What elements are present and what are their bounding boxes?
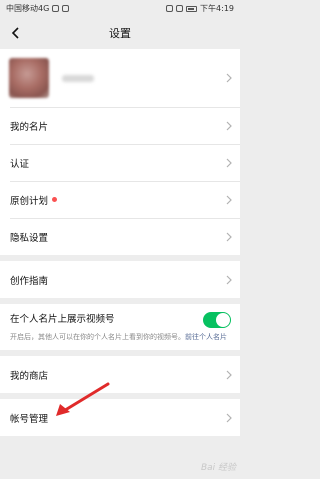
verification-row[interactable]: 认证	[0, 144, 240, 181]
store-group: 我的商店	[0, 356, 240, 393]
profile-row[interactable]	[0, 49, 240, 107]
guide-group: 创作指南	[0, 261, 240, 298]
my-card-label: 我的名片	[10, 121, 49, 133]
show-channel-title: 在个人名片上展示视频号	[10, 314, 115, 325]
chevron-right-icon	[226, 73, 232, 83]
privacy-settings-row[interactable]: 隐私设置	[0, 218, 240, 255]
toggle-knob	[216, 313, 230, 327]
creator-guide-label: 创作指南	[10, 275, 49, 287]
account-group: 帐号管理	[0, 399, 240, 436]
status-right: 下午4:19	[166, 3, 234, 14]
notification-icon	[52, 5, 60, 12]
privacy-settings-label: 隐私设置	[10, 232, 49, 244]
chevron-right-icon	[226, 413, 232, 422]
status-time: 下午4:19	[200, 4, 234, 13]
my-store-label: 我的商店	[10, 370, 49, 382]
shield-icon	[62, 5, 70, 12]
status-left: 中国移动4G	[6, 3, 70, 14]
channel-group: 在个人名片上展示视频号 开启后，其他人可以在你的个人名片上看到你的视频号。前往个…	[0, 304, 240, 350]
profile-group: 我的名片 认证 原创计划 隐私设置	[0, 49, 240, 255]
show-channel-toggle[interactable]	[203, 312, 231, 328]
back-icon[interactable]	[9, 26, 23, 40]
settings-page: 中国移动4G 下午4:19 设置 我的名片 认证 原创计划 隐私设置 创作指南 …	[0, 0, 240, 479]
original-plan-row[interactable]: 原创计划	[0, 181, 240, 218]
show-channel-description: 开启后，其他人可以在你的个人名片上看到你的视频号。前往个人名片	[10, 332, 230, 342]
chevron-right-icon	[226, 121, 232, 130]
status-bar: 中国移动4G 下午4:19	[0, 0, 240, 17]
wifi-icon	[176, 5, 184, 12]
annotation-arrow-icon	[56, 382, 110, 416]
unread-dot-badge	[52, 197, 58, 202]
nav-bar: 设置	[0, 17, 240, 49]
chevron-right-icon	[226, 275, 232, 284]
chevron-right-icon	[226, 232, 232, 241]
channel-desc-text: 开启后，其他人可以在你的个人名片上看到你的视频号。	[10, 333, 185, 341]
chevron-right-icon	[226, 370, 232, 379]
account-management-row[interactable]: 帐号管理	[0, 399, 240, 436]
verification-label: 认证	[10, 158, 30, 170]
page-title: 设置	[109, 27, 131, 40]
my-card-row[interactable]: 我的名片	[0, 107, 240, 144]
battery-icon	[186, 5, 198, 12]
goto-card-link[interactable]: 前往个人名片	[185, 333, 227, 341]
my-store-row[interactable]: 我的商店	[0, 356, 240, 393]
watermark-logo: Bai 经验	[200, 463, 236, 473]
profile-name-blurred	[62, 74, 94, 82]
avatar	[9, 58, 49, 98]
alarm-icon	[166, 5, 174, 12]
original-plan-label: 原创计划	[10, 195, 49, 207]
chevron-right-icon	[226, 195, 232, 204]
chevron-right-icon	[226, 158, 232, 167]
show-channel-setting: 在个人名片上展示视频号 开启后，其他人可以在你的个人名片上看到你的视频号。前往个…	[0, 304, 240, 350]
account-management-label: 帐号管理	[10, 413, 49, 425]
creator-guide-row[interactable]: 创作指南	[0, 261, 240, 298]
carrier-text: 中国移动4G	[6, 4, 50, 13]
